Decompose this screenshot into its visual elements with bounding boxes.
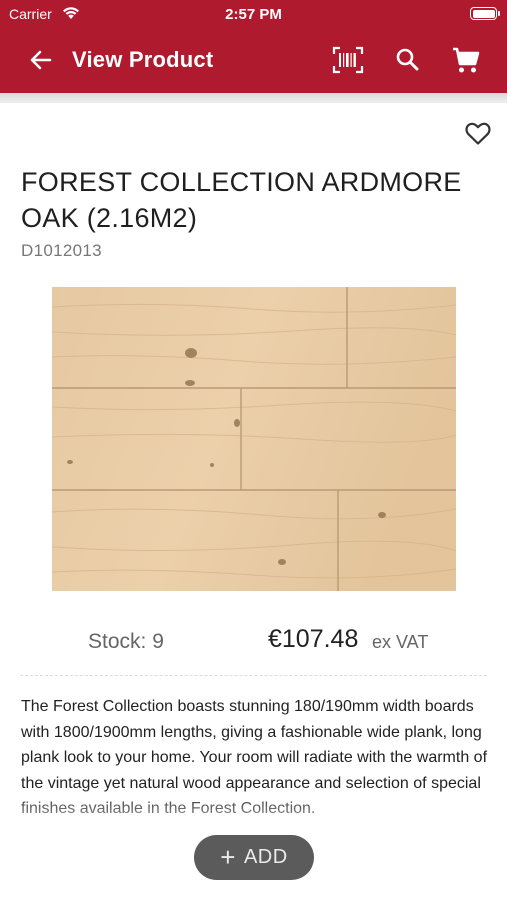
navigation-bar: View Product bbox=[0, 38, 507, 82]
page-title: View Product bbox=[72, 47, 214, 72]
price-suffix: ex VAT bbox=[372, 632, 429, 652]
add-to-cart-button[interactable]: + ADD bbox=[194, 835, 314, 880]
divider bbox=[20, 675, 487, 676]
barcode-scan-icon[interactable] bbox=[332, 45, 364, 75]
plus-icon: + bbox=[220, 841, 236, 872]
product-price: €107.48 bbox=[268, 625, 359, 653]
search-icon[interactable] bbox=[392, 45, 424, 75]
header-shadow bbox=[0, 93, 507, 103]
app-header: Carrier 2:57 PM View Product bbox=[0, 0, 507, 93]
back-arrow-icon[interactable] bbox=[28, 47, 54, 73]
battery-icon bbox=[470, 7, 500, 20]
product-image bbox=[52, 287, 456, 591]
product-sku: D1012013 bbox=[21, 241, 102, 260]
product-title: FOREST COLLECTION ARDMORE OAK (2.16M2) bbox=[21, 167, 462, 233]
stock-count: Stock: 9 bbox=[88, 630, 164, 653]
add-button-label: ADD bbox=[243, 846, 288, 868]
heart-outline-icon[interactable] bbox=[464, 120, 492, 146]
status-bar: Carrier 2:57 PM bbox=[0, 0, 507, 28]
cart-icon[interactable] bbox=[450, 45, 482, 75]
clock: 2:57 PM bbox=[225, 6, 282, 23]
